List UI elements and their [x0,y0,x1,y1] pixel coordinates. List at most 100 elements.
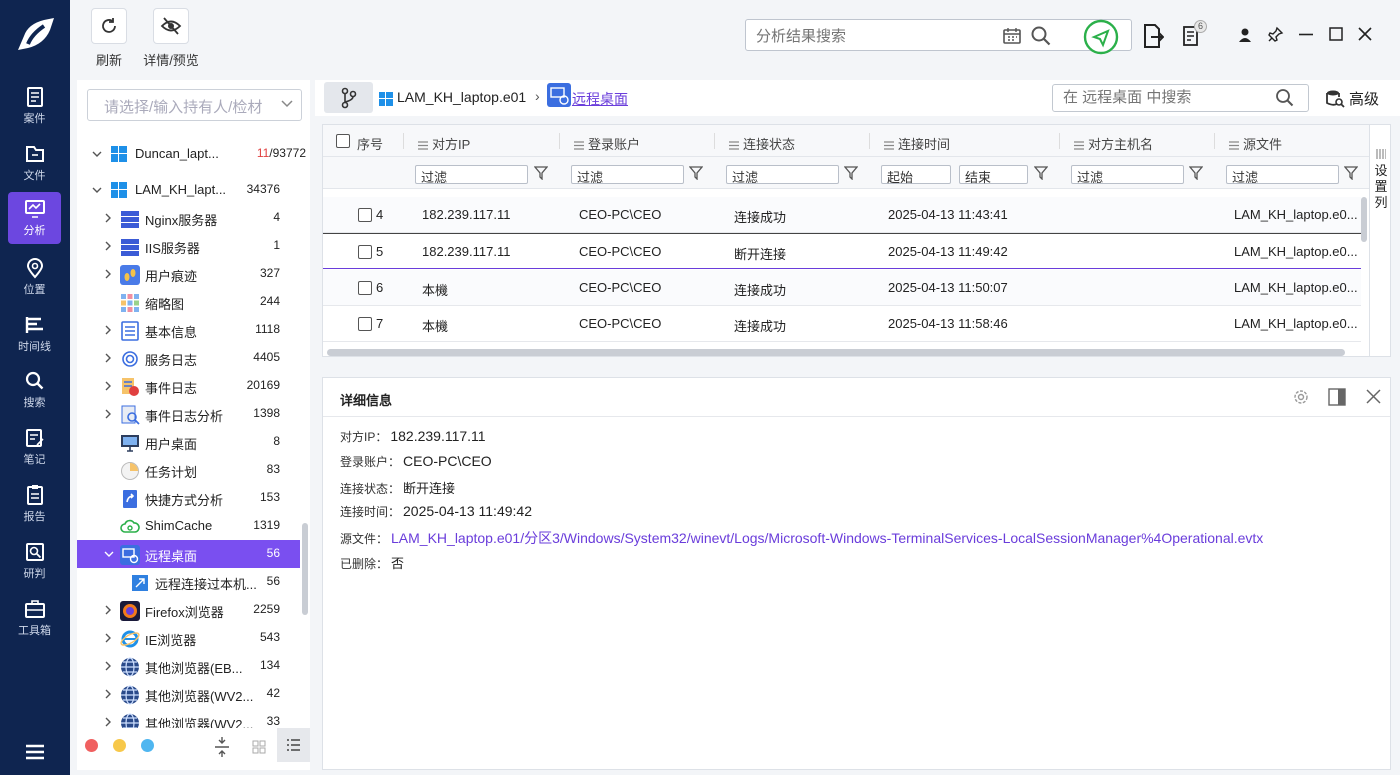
chevron-right-icon[interactable] [104,269,112,279]
maximize-icon[interactable] [1329,27,1343,41]
tree-item-nginx[interactable]: Nginx服务器 4 [77,204,300,232]
col-header-no[interactable]: 序号 [357,134,383,153]
nav-item-note[interactable]: 笔记 [8,421,61,473]
minimize-icon[interactable] [1298,33,1314,36]
row-checkbox[interactable] [358,281,372,295]
chevron-right-icon[interactable] [104,605,112,615]
filter-time-start-input[interactable]: 起始 [881,165,951,185]
tree-device-duncan[interactable]: Duncan_lapt... 11/93772 [77,140,306,168]
result-search-input[interactable] [756,26,996,46]
nav-item-search[interactable]: 搜索 [8,364,61,416]
set-columns-button[interactable]: 设 置 列 [1369,125,1390,356]
chevron-down-icon[interactable] [104,549,114,559]
chevron-right-icon[interactable] [104,325,112,335]
chevron-right-icon[interactable] [104,213,112,223]
table-row[interactable]: 7 本機 CEO-PC\CEO 连接成功 2025-04-13 11:58:46… [323,306,1361,342]
tree-item-firefox[interactable]: Firefox浏览器 2259 [77,596,300,624]
chevron-right-icon[interactable] [104,353,112,363]
search-icon[interactable] [1275,88,1295,108]
tree-item-other-browser-wv2-a[interactable]: 其他浏览器(WV2... 42 [77,680,300,708]
chevron-right-icon[interactable] [104,661,112,671]
tree-item-shimcache[interactable]: ShimCache 1319 [77,512,300,540]
color-dot-red[interactable] [85,739,98,752]
filter-status-input[interactable]: 过滤 [726,165,839,185]
select-all-checkbox[interactable] [336,134,350,148]
chevron-right-icon[interactable] [104,689,112,699]
grid-view-icon[interactable] [252,740,266,754]
chevron-down-icon[interactable] [92,185,102,195]
tree-item-user-traces[interactable]: 用户痕迹 327 [77,260,300,288]
breadcrumb-current[interactable]: 远程桌面 [572,89,628,109]
row-checkbox[interactable] [358,317,372,331]
user-icon[interactable] [1238,27,1252,43]
tree-item-event-log-analysis[interactable]: 事件日志分析 1398 [77,400,300,428]
nav-item-timeline[interactable]: 时间线 [8,308,61,360]
tree-item-service-log[interactable]: 服务日志 4405 [77,344,300,372]
tree-item-remote-desktop[interactable]: 远程桌面 56 [77,540,300,568]
chevron-right-icon[interactable] [104,409,112,419]
chevron-down-icon[interactable] [92,149,102,159]
details-preview-button[interactable]: 详情/预览 [140,8,202,69]
filter-icon[interactable] [534,166,548,180]
holder-select[interactable]: 请选择/输入持有人/检材 [87,89,302,121]
tree-item-shortcut-analysis[interactable]: 快捷方式分析 153 [77,484,300,512]
chevron-right-icon[interactable] [104,717,112,727]
list-view-button[interactable] [277,728,310,762]
tree-item-ie[interactable]: IE浏览器 543 [77,624,300,652]
nav-item-location[interactable]: 位置 [8,251,61,303]
tree-item-scheduled-tasks[interactable]: 任务计划 83 [77,456,300,484]
nav-item-report[interactable]: 报告 [8,478,61,530]
refresh-button[interactable]: 刷新 [91,8,127,69]
settings-gear-icon[interactable] [1292,388,1310,406]
color-dot-blue[interactable] [141,739,154,752]
filter-account-input[interactable]: 过滤 [571,165,684,185]
tree-item-thumbnails[interactable]: 缩略图 244 [77,288,300,316]
tree-item-event-log[interactable]: 事件日志 20169 [77,372,300,400]
table-row[interactable]: 4 182.239.117.11 CEO-PC\CEO 连接成功 2025-04… [323,197,1361,233]
nav-item-case[interactable]: 案件 [8,80,61,132]
col-header-time[interactable]: 连接时间 [884,134,950,153]
tree-item-basic-info[interactable]: 基本信息 1118 [77,316,300,344]
filter-icon[interactable] [1189,166,1203,180]
search-icon[interactable] [1030,25,1052,47]
collapse-all-icon[interactable] [214,736,230,758]
tree-item-iis[interactable]: IIS服务器 1 [77,232,300,260]
filter-hostname-input[interactable]: 过滤 [1071,165,1184,185]
filter-time-end-input[interactable]: 结束 [959,165,1028,185]
color-dot-yellow[interactable] [113,739,126,752]
table-vertical-scrollbar[interactable] [1361,197,1367,242]
breadcrumb-device[interactable]: LAM_KH_laptop.e01 [397,89,526,105]
menu-icon[interactable] [24,742,46,762]
export-icon[interactable] [1142,23,1164,49]
table-search-input[interactable] [1063,89,1263,106]
filter-ip-input[interactable]: 过滤 [415,165,528,185]
chevron-right-icon[interactable] [104,381,112,391]
filter-icon[interactable] [844,166,858,180]
location-send-icon[interactable] [1083,19,1119,55]
row-checkbox[interactable] [358,208,372,222]
col-header-status[interactable]: 连接状态 [729,134,795,153]
nav-item-toolbox[interactable]: 工具箱 [8,592,61,644]
panel-layout-icon[interactable] [1328,388,1346,406]
filter-source-input[interactable]: 过滤 [1226,165,1339,185]
table-row[interactable]: 6 本機 CEO-PC\CEO 连接成功 2025-04-13 11:50:07… [323,270,1361,306]
nav-item-file[interactable]: 文件 [8,137,61,189]
pin-icon[interactable] [1268,26,1284,42]
nav-item-analysis[interactable]: 分析 [8,192,61,244]
source-file-link[interactable]: LAM_KH_laptop.e01/分区3/Windows/System32/w… [391,530,1263,546]
chevron-right-icon[interactable] [104,633,112,643]
nav-item-judge[interactable]: 研判 [8,535,61,587]
calendar-icon[interactable] [1002,26,1022,46]
col-header-account[interactable]: 登录账户 [574,134,640,153]
table-row-selected[interactable]: 5 182.239.117.11 CEO-PC\CEO 断开连接 2025-04… [323,233,1361,269]
col-header-hostname[interactable]: 对方主机名 [1074,134,1153,153]
row-checkbox[interactable] [358,245,372,259]
tree-item-remote-connections[interactable]: 远程连接过本机... 56 [77,568,300,596]
filter-icon[interactable] [689,166,703,180]
close-panel-icon[interactable] [1366,389,1381,404]
chevron-right-icon[interactable] [104,241,112,251]
col-header-ip[interactable]: 对方IP [418,134,470,153]
tree-scrollbar[interactable] [302,523,308,615]
filter-icon[interactable] [1034,166,1048,180]
tree-device-lam[interactable]: LAM_KH_lapt... 34376 [77,176,300,204]
